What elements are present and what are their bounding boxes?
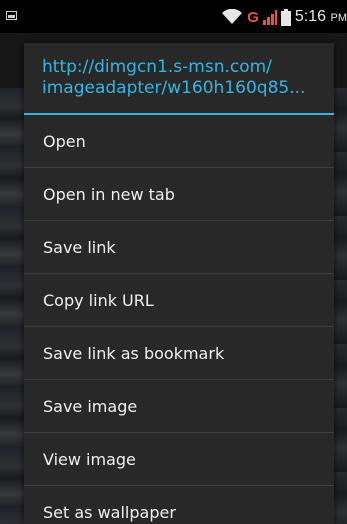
dialog-title: http://dimgcn1.s-msn.com/ imageadapter/w…	[24, 43, 334, 115]
dialog-title-line2: imageadapter/w160h160q85...	[42, 78, 306, 98]
clock-time: 5:16	[294, 8, 327, 25]
menu-item-copy-link-url[interactable]: Copy link URL	[24, 274, 334, 327]
link-context-menu: http://dimgcn1.s-msn.com/ imageadapter/w…	[24, 43, 334, 524]
menu-item-set-as-wallpaper[interactable]: Set as wallpaper	[24, 486, 334, 524]
status-bar: G 5:16 PM	[0, 0, 347, 33]
menu-item-open[interactable]: Open	[24, 115, 334, 168]
clock: 5:16 PM	[295, 9, 347, 25]
network-type-label: G	[247, 8, 259, 26]
clock-ampm: PM	[330, 12, 347, 24]
menu-item-save-link-as-bookmark[interactable]: Save link as bookmark	[24, 327, 334, 380]
menu-item-open-in-new-tab[interactable]: Open in new tab	[24, 168, 334, 221]
dialog-title-line1: http://dimgcn1.s-msn.com/	[42, 57, 272, 77]
menu-item-view-image[interactable]: View image	[24, 433, 334, 486]
status-icons: G 5:16 PM	[221, 6, 347, 28]
wifi-icon	[221, 9, 243, 25]
menu-item-save-link[interactable]: Save link	[24, 221, 334, 274]
screen: G 5:16 PM http://dimgcn1.s-msn.com/ imag…	[0, 0, 347, 524]
context-menu-list: Open Open in new tab Save link Copy link…	[24, 115, 334, 524]
battery-icon	[280, 8, 291, 26]
signal-icon	[262, 9, 277, 25]
notification-icon	[6, 11, 17, 20]
menu-item-save-image[interactable]: Save image	[24, 380, 334, 433]
